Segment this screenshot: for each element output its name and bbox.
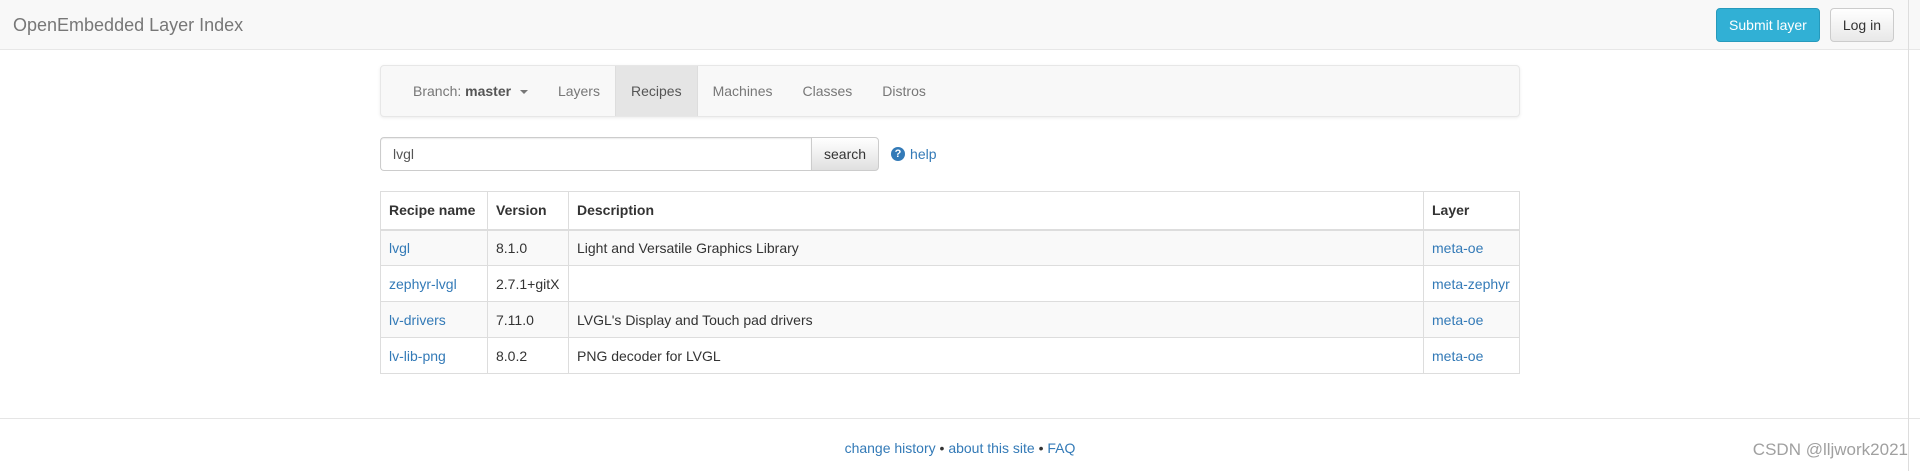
layer-link[interactable]: meta-oe (1432, 348, 1483, 364)
tab-layers[interactable]: Layers (543, 66, 615, 116)
header-description: Description (568, 191, 1424, 231)
header-layer: Layer (1423, 191, 1520, 231)
cell-layer: meta-oe (1423, 337, 1520, 374)
footer-separator: • (1034, 440, 1048, 456)
recipe-link[interactable]: lv-drivers (389, 312, 446, 328)
help-link[interactable]: ? help (891, 146, 937, 162)
table-header-row: Recipe name Version Description Layer (380, 191, 1520, 231)
cell-layer: meta-zephyr (1423, 265, 1520, 302)
cell-version: 2.7.1+gitX (487, 265, 569, 302)
cell-recipe-name: zephyr-lvgl (380, 265, 488, 302)
cell-layer: meta-oe (1423, 301, 1520, 338)
branch-value: master (465, 83, 512, 99)
cell-recipe-name: lv-drivers (380, 301, 488, 338)
search-button[interactable]: search (811, 137, 880, 171)
cell-description: Light and Versatile Graphics Library (568, 229, 1424, 266)
cell-version: 8.1.0 (487, 229, 569, 266)
login-button[interactable]: Log in (1829, 8, 1894, 42)
top-navbar: OpenEmbedded Layer Index Submit layer Lo… (0, 0, 1920, 50)
cell-description (568, 265, 1424, 302)
about-link[interactable]: about this site (948, 440, 1034, 456)
cell-description: LVGL's Display and Touch pad drivers (568, 301, 1424, 338)
recipe-link[interactable]: lvgl (389, 240, 410, 256)
header-version: Version (487, 191, 569, 231)
tab-classes[interactable]: Classes (788, 66, 868, 116)
branch-dropdown[interactable]: Branch: master (398, 66, 543, 116)
search-form: search ? help (380, 137, 937, 171)
tab-machines[interactable]: Machines (698, 66, 788, 116)
layer-link[interactable]: meta-zephyr (1432, 276, 1510, 292)
cell-description: PNG decoder for LVGL (568, 337, 1424, 374)
recipe-link[interactable]: zephyr-lvgl (389, 276, 457, 292)
help-label: help (910, 146, 937, 162)
watermark: CSDN @lljwork2021 (1752, 440, 1908, 459)
cell-recipe-name: lv-lib-png (380, 337, 488, 374)
navbar-buttons: Submit layer Log in (1716, 8, 1894, 42)
recipe-link[interactable]: lv-lib-png (389, 348, 446, 364)
submit-layer-button[interactable]: Submit layer (1716, 8, 1820, 42)
header-recipe-name: Recipe name (380, 191, 488, 231)
table-row: lv-drivers 7.11.0 LVGL's Display and Tou… (380, 301, 1520, 338)
site-brand[interactable]: OpenEmbedded Layer Index (13, 0, 243, 50)
cell-version: 8.0.2 (487, 337, 569, 374)
table-row: lv-lib-png 8.0.2 PNG decoder for LVGL me… (380, 337, 1520, 374)
faq-link[interactable]: FAQ (1047, 440, 1075, 456)
table-row: lvgl 8.1.0 Light and Versatile Graphics … (380, 229, 1520, 266)
tab-distros[interactable]: Distros (867, 66, 941, 116)
layer-link[interactable]: meta-oe (1432, 240, 1483, 256)
caret-down-icon (519, 90, 528, 95)
layer-link[interactable]: meta-oe (1432, 312, 1483, 328)
tab-recipes[interactable]: Recipes (614, 66, 698, 116)
section-nav: Branch: master Layers Recipes Machines C… (380, 65, 1520, 117)
question-circle-icon: ? (891, 147, 906, 161)
table-row: zephyr-lvgl 2.7.1+gitX meta-zephyr (380, 265, 1520, 302)
cell-recipe-name: lvgl (380, 229, 488, 266)
change-history-link[interactable]: change history (845, 440, 936, 456)
footer-separator: • (935, 440, 949, 456)
cell-version: 7.11.0 (487, 301, 569, 338)
recipes-table: Recipe name Version Description Layer lv… (380, 191, 1520, 374)
cell-layer: meta-oe (1423, 229, 1520, 266)
branch-prefix: Branch: (413, 83, 462, 99)
search-input[interactable] (380, 137, 811, 171)
footer: change history • about this site • FAQ (0, 440, 1920, 456)
page-edge (1908, 0, 1909, 471)
footer-divider (0, 418, 1920, 419)
